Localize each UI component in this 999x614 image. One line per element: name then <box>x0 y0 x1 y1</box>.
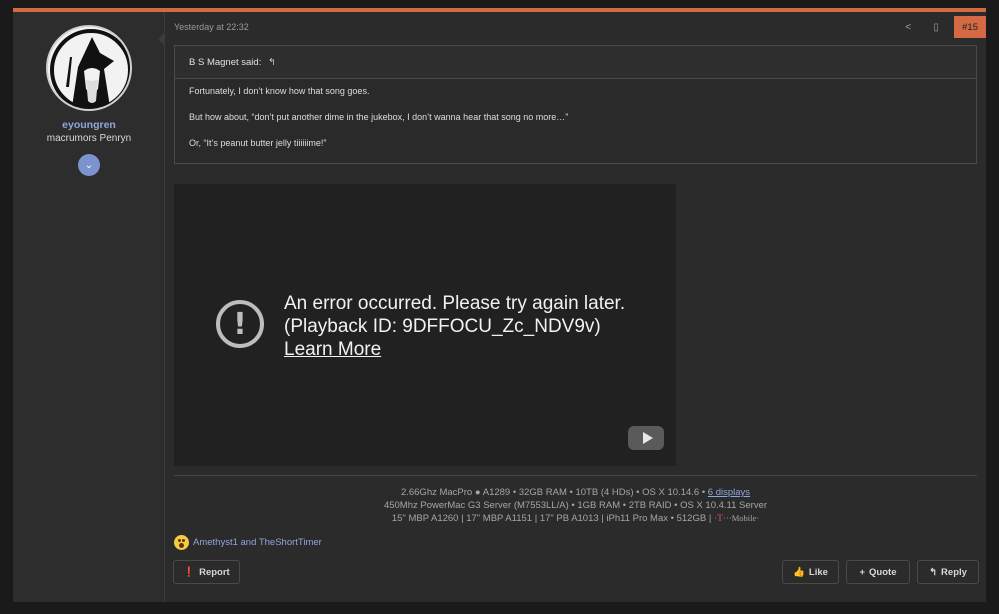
author-username[interactable]: eyoungren <box>13 119 165 131</box>
plus-icon: + <box>859 566 866 578</box>
quote-attribution[interactable]: B S Magnet said: <box>189 57 261 68</box>
reaction-users[interactable]: Amethyst1 and TheShortTimer <box>193 537 322 548</box>
quote-line: But how about, “don’t put another dime i… <box>189 111 569 122</box>
apple-icon: ● <box>474 487 481 498</box>
carrier-logo-mobile: ··Mobile· <box>726 513 760 523</box>
thumbs-up-icon: 👍 <box>793 566 805 578</box>
post-main: Yesterday at 22:32 < ▯ #15 B S Magnet sa… <box>165 12 986 602</box>
learn-more-link[interactable]: Learn More <box>284 338 625 361</box>
quote-line: Fortunately, I don’t know how that song … <box>189 86 370 96</box>
quote-header: B S Magnet said: ↰ <box>175 46 976 79</box>
wizard-avatar-icon <box>48 27 130 109</box>
astonished-emoji-icon <box>174 535 189 550</box>
like-button[interactable]: 👍 Like <box>782 560 839 584</box>
error-icon: ! <box>216 300 264 348</box>
video-error-message: An error occurred. Please try again late… <box>284 292 625 361</box>
post-caret <box>158 32 165 46</box>
signature-line-3: 15" MBP A1260 | 17" MBP A1151 | 17" PB A… <box>391 513 760 524</box>
quote-block: B S Magnet said: ↰ Fortunately, I don’t … <box>174 45 977 164</box>
carrier-logo-t: ·T· <box>713 514 727 524</box>
chevron-down-icon[interactable]: ⌄ <box>78 154 100 176</box>
author-title: macrumors Penryn <box>46 133 132 144</box>
reactions-bar[interactable]: Amethyst1 and TheShortTimer <box>174 535 322 550</box>
author-sidebar: eyoungren macrumors Penryn ⌄ <box>13 12 165 602</box>
quote-body: Fortunately, I don’t know how that song … <box>175 79 976 173</box>
post-actions: ❗ Report 👍 Like + Quote ↰ Reply <box>165 560 986 584</box>
post-frame: eyoungren macrumors Penryn ⌄ Yesterday a… <box>13 8 986 602</box>
video-error-line: An error occurred. Please try again late… <box>284 293 626 314</box>
displays-link[interactable]: 6 displays <box>708 487 750 498</box>
signature-line-2: 450Mhz PowerMac G3 Server (M7553LL/A) • … <box>383 500 768 511</box>
reply-button[interactable]: ↰ Reply <box>917 560 979 584</box>
report-button[interactable]: ❗ Report <box>173 560 240 584</box>
post-tools: < ▯ #15 <box>894 16 986 38</box>
youtube-play-icon[interactable] <box>628 426 664 450</box>
video-playback-id: (Playback ID: 9DFFOCU_Zc_NDV9v) <box>284 316 601 337</box>
author-avatar[interactable] <box>46 25 132 111</box>
signature: 2.66Ghz MacPro ● A1289 • 32GB RAM • 10TB… <box>174 486 977 526</box>
post-number[interactable]: #15 <box>954 16 986 38</box>
go-to-quote-icon[interactable]: ↰ <box>268 57 276 68</box>
share-icon[interactable]: < <box>894 22 922 33</box>
signature-divider <box>174 475 977 476</box>
signature-line-1: 2.66Ghz MacPro ● A1289 • 32GB RAM • 10TB… <box>400 487 751 498</box>
post-timestamp[interactable]: Yesterday at 22:32 <box>174 22 249 32</box>
report-icon: ❗ <box>183 566 196 578</box>
reply-icon: ↰ <box>929 566 938 578</box>
bookmark-icon[interactable]: ▯ <box>922 22 950 33</box>
quote-line: Or, “It’s peanut butter jelly tiiiiiime!… <box>189 137 327 148</box>
quote-button[interactable]: + Quote <box>846 560 910 584</box>
embedded-video[interactable]: ! An error occurred. Please try again la… <box>174 184 676 466</box>
